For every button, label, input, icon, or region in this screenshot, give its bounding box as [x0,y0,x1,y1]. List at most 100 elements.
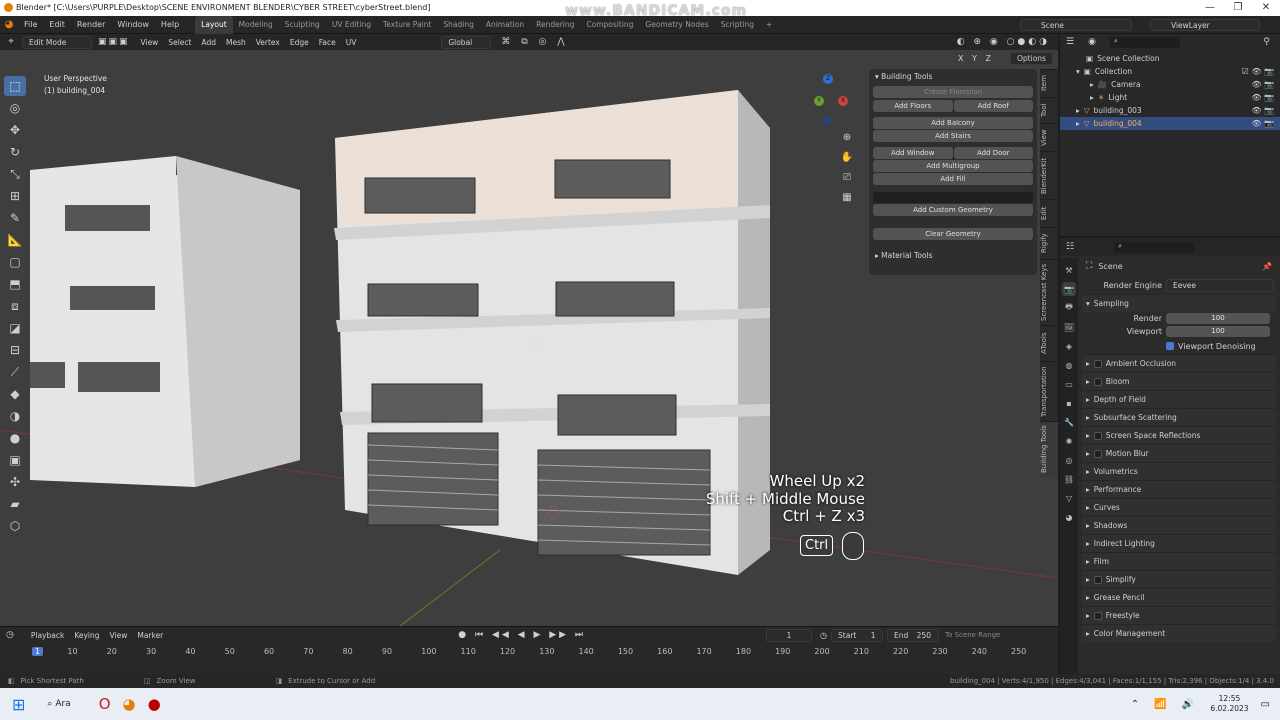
outliner-row-camera[interactable]: ▸ 🎥 Camera 👁 📷 [1060,78,1280,91]
rip-icon[interactable]: ▰ [4,494,26,514]
render-section-freestyle[interactable]: ▸ Freestyle [1082,606,1276,624]
menu-window[interactable]: Window [111,16,155,34]
shrink-icon[interactable]: ▣ [4,450,26,470]
tab-shading[interactable]: Shading [437,16,479,34]
tab-rendering[interactable]: Rendering [530,16,580,34]
vp-menu-edge[interactable]: Edge [285,38,314,47]
output-props-icon[interactable]: 🖶 [1062,301,1076,315]
notifications-icon[interactable]: ▭ [1261,699,1270,710]
visibility-eye-icon[interactable]: 👁 📷 [1251,93,1274,102]
render-samples-field[interactable]: 100 [1166,313,1270,324]
render-props-icon[interactable]: 📷 [1062,282,1076,296]
timeline-ruler[interactable]: 1 10 20 30 40 50 60 70 80 90 100 110 120 130 140 150 160… [0,627,1058,675]
display-mode-icon[interactable]: ◉ [1088,37,1096,47]
outliner-row-collection[interactable]: ▾ ▣ Collection ☑ 👁 📷 [1060,65,1280,78]
poly-build-icon[interactable]: ◆ [4,384,26,404]
render-section-curves[interactable]: ▸ Curves [1082,498,1276,516]
add-workspace-button[interactable]: + [760,16,778,34]
vp-menu-select[interactable]: Select [163,38,196,47]
clear-geometry-button[interactable]: Clear Geometry [873,228,1033,240]
windows-start-icon[interactable]: ⊞ [12,695,25,714]
properties-editor-icon[interactable]: ☷ [1066,242,1074,252]
ortho-grid-icon[interactable]: ▦ [838,192,856,212]
viewport-denoising-row[interactable]: Viewport Denoising [1082,338,1280,354]
scene-selector[interactable]: Scene [1020,19,1132,31]
mirror-axes[interactable]: X Y Z [958,54,991,63]
outliner-row-light[interactable]: ▸ ☀ Light 👁 📷 [1060,91,1280,104]
sidebar-tab-screencast-keys[interactable]: Screencast Keys [1040,259,1058,325]
sidebar-tab-building-tools[interactable]: Building Tools [1040,421,1058,477]
section-enable-checkbox[interactable] [1093,575,1102,584]
add-floors-button[interactable]: Add Floors [873,100,953,112]
render-section-ambient-occlusion[interactable]: ▸ Ambient Occlusion [1082,354,1276,372]
sidebar-tab-tool[interactable]: Tool [1040,97,1058,123]
orientation-selector[interactable]: Global [441,35,492,49]
blender-taskbar-icon[interactable]: ◕ [123,695,136,713]
bevel-icon[interactable]: ◪ [4,318,26,338]
snap-icons[interactable]: ⌘ ⧉ ◎ ⋀ [501,37,568,47]
navigation-gizmo[interactable]: Z Y X [800,72,856,130]
expand-arrow-icon[interactable]: ▸ [1090,80,1094,89]
minimize-button[interactable]: — [1196,0,1224,16]
render-section-indirect-lighting[interactable]: ▸ Indirect Lighting [1082,534,1276,552]
taskbar-search[interactable]: ⌕ Ara [47,699,70,709]
vp-menu-add[interactable]: Add [196,38,221,47]
tab-scripting[interactable]: Scripting [715,16,760,34]
render-section-shadows[interactable]: ▸ Shadows [1082,516,1276,534]
add-balcony-button[interactable]: Add Balcony [873,117,1033,129]
constraints-props-icon[interactable]: ⛓ [1062,472,1076,486]
editor-type-icon[interactable]: ⌖ [0,37,22,47]
gizmo-neg-axis[interactable] [823,117,831,125]
filter-icon[interactable]: ⚲ [1263,37,1270,47]
inset-icon[interactable]: ⧈ [4,296,26,316]
create-floorplan-button[interactable]: Create Floorplan [873,86,1033,98]
vp-menu-uv[interactable]: UV [341,38,362,47]
viewport-samples-field[interactable]: 100 [1166,326,1270,337]
expand-arrow-icon[interactable]: ▸ [1076,119,1080,128]
outliner-row-building-003[interactable]: ▸ ▽ building_003 👁 📷 [1060,104,1280,117]
smooth-icon[interactable]: ● [4,428,26,448]
tab-animation[interactable]: Animation [480,16,530,34]
knife-icon[interactable]: ⟋ [4,362,26,382]
sidebar-tab-atools[interactable]: ATools [1040,325,1058,361]
zoom-icon[interactable]: ⊕ [838,132,856,152]
sidebar-tab-transportation[interactable]: Transportation [1040,361,1058,421]
section-enable-checkbox[interactable] [1093,377,1102,386]
mirror-y-button[interactable]: Y [972,54,977,63]
add-fill-button[interactable]: Add Fill [873,173,1033,185]
shear-icon[interactable]: ✣ [4,472,26,492]
gizmo-y-axis[interactable]: Y [814,96,824,106]
visibility-eye-icon[interactable]: 👁 📷 [1251,106,1274,115]
viewlayer-selector[interactable]: ViewLayer [1150,19,1260,31]
add-cube-icon[interactable]: ▢ [4,252,26,272]
section-enable-checkbox[interactable] [1093,611,1102,620]
tab-layout[interactable]: Layout [195,15,233,34]
viewport-denoising-checkbox[interactable] [1166,342,1174,350]
outliner-editor-icon[interactable]: ☰ [1066,37,1074,47]
blender-menu-icon[interactable]: ◕ [0,19,18,30]
menu-help[interactable]: Help [155,16,185,34]
modifier-props-icon[interactable]: 🔧 [1062,415,1076,429]
tab-uv-editing[interactable]: UV Editing [326,16,377,34]
outliner-row-scene-collection[interactable]: ▣ Scene Collection [1060,52,1280,65]
properties-search-input[interactable]: ⌕ [1114,241,1195,253]
rotate-icon[interactable]: ↻ [4,142,26,162]
clock[interactable]: 12:55 6.02.2023 [1210,694,1248,714]
render-section-depth-of-field[interactable]: ▸ Depth of Field [1082,390,1276,408]
annotate-icon[interactable]: ✎ [4,208,26,228]
cursor-icon[interactable]: ◎ [4,98,26,118]
scale-icon[interactable]: ⤡ [4,164,26,184]
select-box-icon[interactable]: ⬚ [4,76,26,96]
maximize-button[interactable]: ❐ [1224,0,1252,16]
tab-sculpting[interactable]: Sculpting [279,16,326,34]
options-dropdown[interactable]: Options [1010,52,1053,65]
pin-icon[interactable]: 📌 [1262,262,1272,271]
particles-props-icon[interactable]: ✺ [1062,434,1076,448]
view-layer-props-icon[interactable]: 🖼 [1062,320,1076,334]
add-multigroup-button[interactable]: Add Multigroup [873,160,1033,172]
visibility-eye-icon[interactable]: 👁 📷 [1251,80,1274,89]
custom-geometry-object-field[interactable] [873,192,1033,203]
outliner-row-building-004[interactable]: ▸ ▽ building_004 👁 📷 [1060,117,1280,130]
render-section-grease-pencil[interactable]: ▸ Grease Pencil [1082,588,1276,606]
expand-arrow-icon[interactable]: ▸ [1090,93,1094,102]
